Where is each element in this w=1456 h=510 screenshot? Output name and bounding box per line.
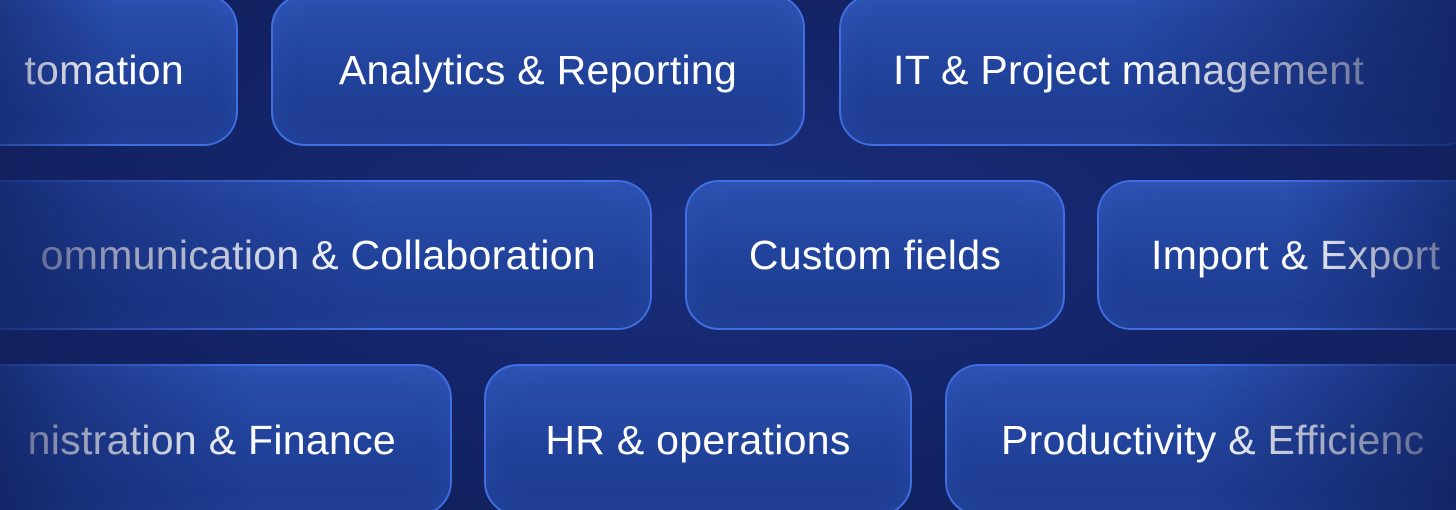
- chip-label: HR & operations: [545, 416, 851, 463]
- chip-it-project-management[interactable]: IT & Project management: [839, 0, 1456, 146]
- chip-automation[interactable]: tomation: [0, 0, 238, 146]
- chip-label: IT & Project management: [893, 46, 1365, 93]
- chip-hr-operations[interactable]: HR & operations: [484, 364, 912, 510]
- chip-communication-collaboration[interactable]: ommunication & Collaboration: [0, 180, 652, 330]
- chip-import-export[interactable]: Import & Export: [1097, 180, 1456, 330]
- chip-label: nistration & Finance: [27, 416, 396, 463]
- chip-label: tomation: [24, 46, 184, 93]
- chip-label: Import & Export: [1151, 231, 1441, 278]
- chip-label: Analytics & Reporting: [338, 46, 738, 93]
- chip-label: Custom fields: [748, 231, 1002, 278]
- chip-custom-fields[interactable]: Custom fields: [685, 180, 1065, 330]
- category-chip-cloud: tomation Analytics & Reporting IT & Proj…: [0, 0, 1456, 510]
- chip-label: ommunication & Collaboration: [40, 231, 596, 278]
- chip-administration-finance[interactable]: nistration & Finance: [0, 364, 452, 510]
- chip-analytics-reporting[interactable]: Analytics & Reporting: [271, 0, 805, 146]
- chip-productivity-efficiency[interactable]: Productivity & Efficienc: [945, 364, 1456, 510]
- chip-label: Productivity & Efficienc: [1001, 416, 1425, 463]
